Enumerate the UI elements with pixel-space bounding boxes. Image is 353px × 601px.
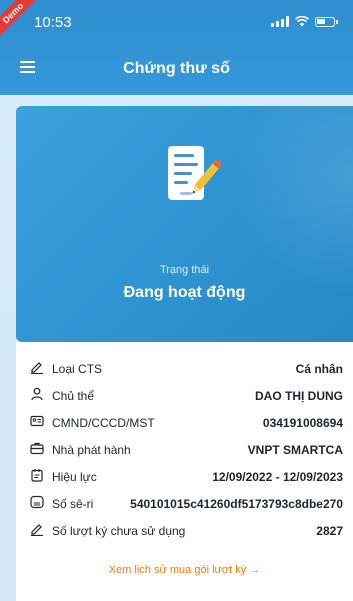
purchase-history-link[interactable]: Xem lịch sử mua gói lượt ký → xyxy=(16,564,353,576)
detail-row-validity: Hiệu lực 12/09/2022 - 12/09/2023 xyxy=(30,466,353,488)
id-card-icon xyxy=(30,415,44,427)
detail-row-type: Loại CTS Cá nhân xyxy=(30,358,353,380)
pen-icon xyxy=(31,362,43,374)
status-time: 10:53 xyxy=(34,14,72,31)
serial-icon xyxy=(30,495,44,509)
detail-label: Chủ thể xyxy=(52,389,95,403)
detail-label: Nhà phát hành xyxy=(52,443,131,457)
calendar-icon xyxy=(31,469,43,482)
detail-label: Số lượt ký chưa sử dụng xyxy=(52,524,186,538)
detail-row-subject: Chủ thể DAO THỊ DUNG xyxy=(30,385,353,407)
battery-icon xyxy=(315,16,338,27)
status-label: Trạng thái xyxy=(159,264,210,276)
detail-value: Cá nhân xyxy=(295,362,343,376)
app-bar: Chứng thư số xyxy=(0,44,353,92)
detail-value: DAO THỊ DUNG xyxy=(255,389,343,403)
briefcase-icon xyxy=(30,442,44,455)
detail-label: CMND/CCCD/MST xyxy=(52,416,155,430)
signal-icon xyxy=(271,16,289,27)
pen-icon xyxy=(31,524,43,536)
page-title: Chứng thư số xyxy=(123,60,230,77)
detail-label: Hiệu lực xyxy=(52,470,97,484)
detail-row-id: CMND/CCCD/MST 034191008694 xyxy=(30,412,353,434)
document-edit-icon xyxy=(168,146,223,200)
wifi-icon xyxy=(295,16,309,27)
app-screen: Demo 10:53 Chứng thư số Trạng thái Đang … xyxy=(0,0,353,601)
status-value: Đang hoạt động xyxy=(123,284,246,301)
detail-label: Loại CTS xyxy=(52,362,103,376)
status-bar: 10:53 xyxy=(0,0,353,38)
status-icons xyxy=(271,16,338,27)
detail-row-issuer: Nhà phát hành VNPT SMARTCA xyxy=(30,439,353,461)
detail-row-serial: Số sê-ri 540101015c41260df5173793c8dbe27… xyxy=(30,493,353,515)
detail-value: 034191008694 xyxy=(262,416,343,430)
detail-value: 540101015c41260df5173793c8dbe270 xyxy=(130,497,343,511)
user-icon xyxy=(31,387,43,401)
detail-value: 12/09/2022 - 12/09/2023 xyxy=(212,470,343,484)
detail-value: 2827 xyxy=(316,524,343,538)
detail-row-remaining-signatures: Số lượt ký chưa sử dụng 2827 xyxy=(30,520,353,542)
detail-label: Số sê-ri xyxy=(52,497,94,511)
certificate-status-card: Trạng thái Đang hoạt động xyxy=(16,106,353,342)
detail-value: VNPT SMARTCA xyxy=(247,443,343,457)
certificate-details: Loại CTS Cá nhân Chủ thể DAO THỊ DUNG CM… xyxy=(16,342,353,601)
